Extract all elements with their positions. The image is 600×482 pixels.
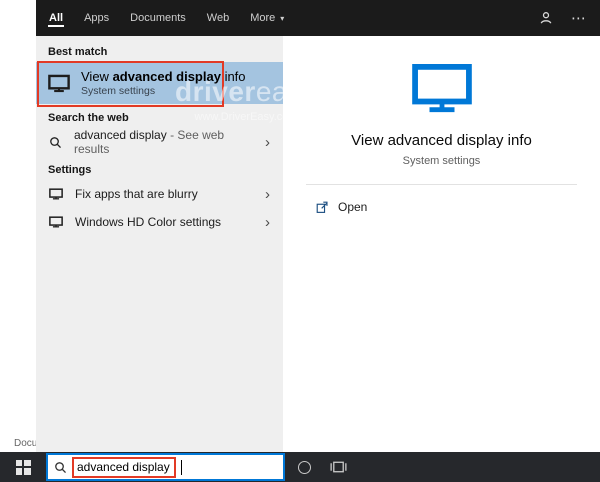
tab-all[interactable]: All	[48, 0, 65, 36]
web-search-label: advanced display - See web results	[74, 128, 225, 156]
search-icon	[54, 461, 67, 474]
settings-result-hd-color[interactable]: Windows HD Color settings ›	[36, 208, 283, 236]
open-icon	[316, 201, 329, 214]
open-label: Open	[338, 200, 368, 214]
background-clipped-text: Docu	[14, 438, 38, 449]
chevron-right-icon: ›	[265, 133, 270, 151]
tab-web[interactable]: Web	[206, 0, 230, 36]
section-settings: Settings	[48, 164, 92, 176]
monitor-icon	[48, 74, 70, 93]
section-best-match: Best match	[48, 46, 108, 58]
screenshot-root: Docu All Apps Documents Web More ▾ ⋯ Bes…	[0, 0, 600, 482]
tab-documents[interactable]: Documents	[129, 0, 187, 36]
search-header: All Apps Documents Web More ▾ ⋯	[36, 0, 600, 36]
tab-all-label: All	[48, 10, 65, 27]
chevron-down-icon: ▾	[280, 13, 285, 23]
tab-apps[interactable]: Apps	[83, 0, 110, 36]
best-match-text: View advanced display info System settin…	[81, 69, 246, 97]
open-action[interactable]: Open	[316, 200, 367, 214]
flyout-body: Best match View advanced display info Sy…	[36, 36, 600, 452]
preview-title: View advanced display info	[351, 132, 532, 149]
taskbar-search-box[interactable]: advanced display	[46, 453, 285, 481]
taskbar-icons	[298, 460, 347, 474]
web-search-result[interactable]: advanced display - See web results ›	[36, 128, 283, 156]
settings-result-label: Windows HD Color settings	[75, 215, 222, 229]
monitor-icon-large	[411, 64, 473, 114]
signin-icon[interactable]	[538, 10, 554, 26]
display-icon	[49, 188, 63, 200]
divider	[306, 184, 577, 185]
tab-documents-label: Documents	[130, 12, 186, 24]
start-search-flyout: All Apps Documents Web More ▾ ⋯ Best mat…	[36, 0, 600, 452]
best-match-result[interactable]: View advanced display info System settin…	[36, 62, 283, 104]
windows-logo-icon	[15, 459, 31, 475]
taskbar-search-value: advanced display	[72, 456, 176, 478]
best-match-title: View advanced display info	[81, 69, 246, 84]
settings-result-label: Fix apps that are blurry	[75, 187, 198, 201]
header-actions: ⋯	[538, 10, 586, 26]
taskbar: advanced display	[0, 452, 600, 482]
best-match-subtitle: System settings	[81, 85, 156, 97]
preview-subtitle: System settings	[402, 155, 481, 167]
results-panel: Best match View advanced display info Sy…	[36, 36, 283, 452]
more-options-icon[interactable]: ⋯	[571, 11, 586, 26]
search-icon	[49, 136, 62, 149]
preview-panel: View advanced display info System settin…	[283, 36, 600, 452]
start-button[interactable]	[0, 452, 46, 482]
task-view-icon[interactable]	[330, 460, 347, 474]
hd-color-icon	[49, 216, 63, 228]
chevron-right-icon: ›	[265, 213, 270, 231]
settings-result-blurry-apps[interactable]: Fix apps that are blurry ›	[36, 180, 283, 208]
section-search-web: Search the web	[48, 112, 129, 124]
search-filter-tabs: All Apps Documents Web More ▾	[48, 0, 284, 36]
tab-more[interactable]: More ▾	[249, 0, 284, 36]
tab-more-label: More	[250, 12, 276, 24]
cortana-icon[interactable]	[298, 460, 311, 474]
chevron-right-icon: ›	[265, 185, 270, 203]
tab-apps-label: Apps	[84, 12, 110, 24]
tab-web-label: Web	[206, 12, 230, 24]
text-caret	[180, 459, 182, 475]
